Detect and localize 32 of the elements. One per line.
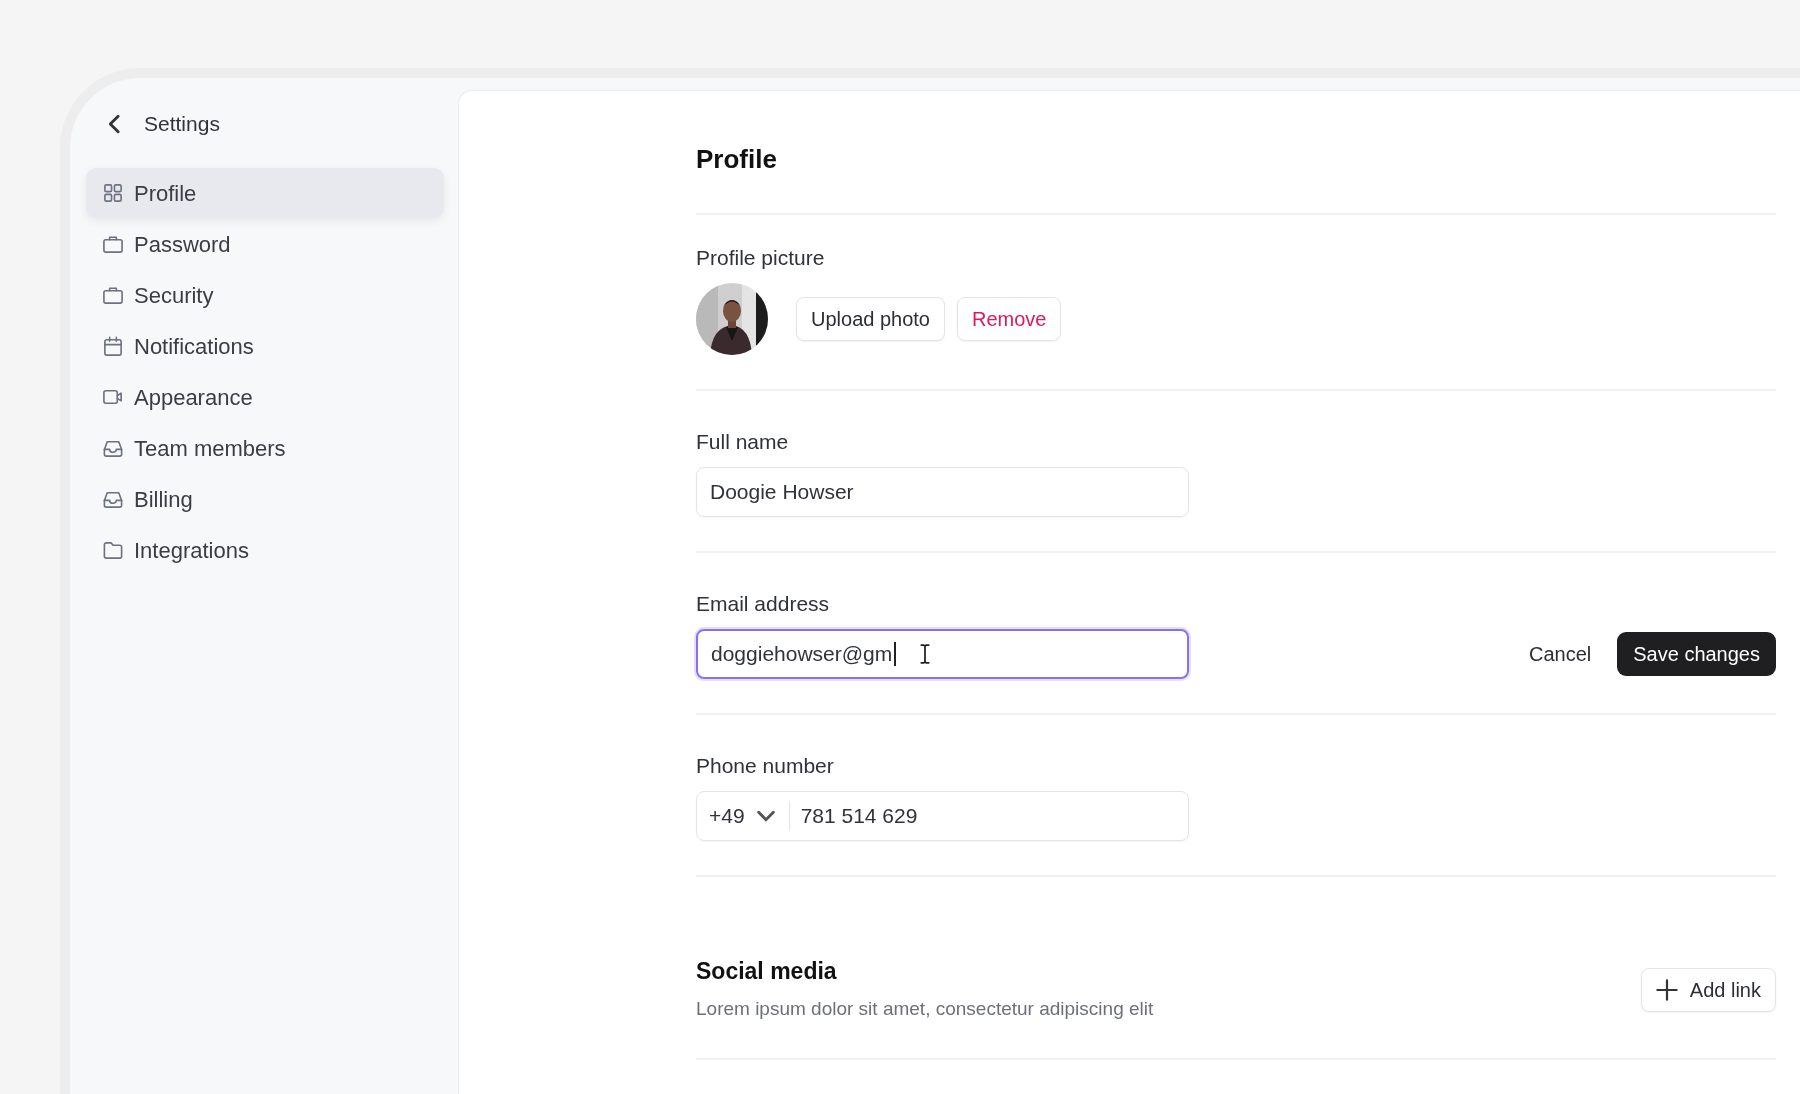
sidebar-item[interactable]: Integrations [86, 525, 444, 575]
country-code-select[interactable]: +49 [697, 802, 790, 830]
briefcase-icon [102, 233, 124, 255]
field-label: Email address [696, 591, 831, 617]
plus-icon [1655, 979, 1678, 1002]
sidebar-item[interactable]: Notifications [86, 321, 444, 371]
sidebar-item[interactable]: Team members [86, 423, 444, 473]
save-changes-button[interactable]: Save changes [1617, 632, 1776, 676]
sidebar-item[interactable]: Password [86, 219, 444, 269]
field-label: Full name [696, 429, 790, 455]
grid-icon [102, 182, 124, 204]
upload-photo-button[interactable]: Upload photo [796, 297, 945, 341]
phone-number-value: 781 514 629 [799, 803, 918, 830]
sidebar-item[interactable]: Profile [86, 168, 444, 218]
sidebar-item[interactable]: Billing [86, 474, 444, 524]
cancel-button[interactable]: Cancel [1524, 639, 1596, 669]
briefcase-icon [102, 284, 124, 306]
section-label: Profile picture [696, 245, 826, 271]
phone-field[interactable]: +49 781 514 629 [696, 791, 1189, 841]
section-title: Social media [696, 957, 838, 985]
field-label: Phone number [696, 753, 835, 779]
page-title: Profile [696, 143, 778, 176]
remove-button[interactable]: Remove [957, 297, 1062, 341]
folder-icon [102, 539, 124, 561]
section-description: Lorem ipsum dolor sit amet, consectetur adipiscing elit [696, 997, 1154, 1021]
sidebar-item[interactable]: Appearance [86, 372, 444, 422]
email-field[interactable]: doggiehowser@gm [696, 629, 1189, 679]
sidebar-item[interactable]: Security [86, 270, 444, 320]
add-link-button[interactable]: Add link [1640, 968, 1776, 1013]
calendar-icon [102, 335, 124, 357]
name-field[interactable]: Doogie Howser [696, 467, 1189, 517]
sidebar-title: Settings [144, 111, 220, 138]
